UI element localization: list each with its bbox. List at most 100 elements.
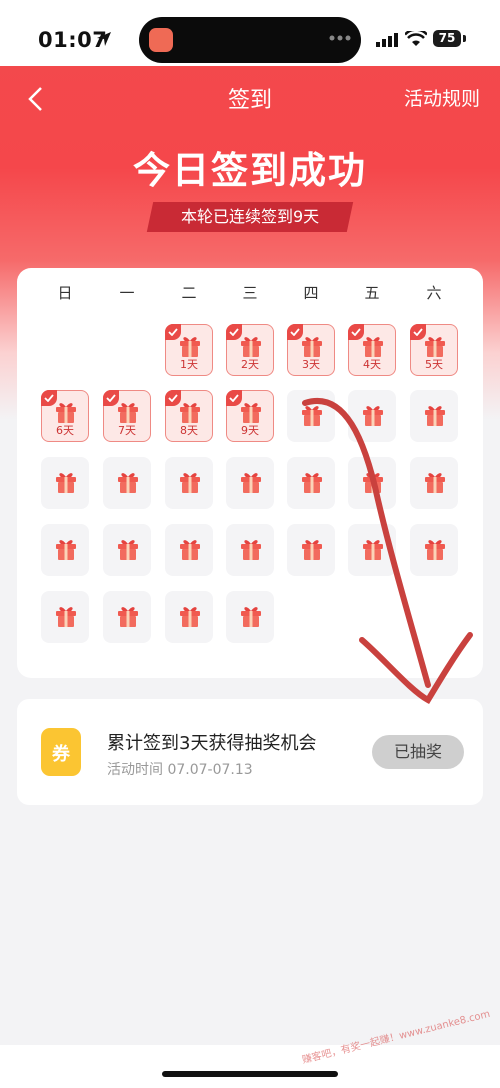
gift-box-icon bbox=[180, 540, 200, 560]
day-cell bbox=[226, 524, 274, 576]
dynamic-island bbox=[139, 17, 361, 63]
gift-box-icon bbox=[180, 607, 200, 627]
checkmark-icon bbox=[165, 390, 181, 406]
day-cell bbox=[165, 457, 213, 509]
gift-box-icon bbox=[180, 473, 200, 493]
battery-tip bbox=[463, 35, 466, 42]
weekday-label: 二 bbox=[181, 284, 197, 302]
checked-day-cell: 8天 bbox=[165, 390, 213, 442]
bottom-strip bbox=[0, 1045, 500, 1088]
day-cell bbox=[410, 390, 458, 442]
checkmark-icon bbox=[287, 324, 303, 340]
reward-time: 活动时间 07.07-07.13 bbox=[107, 762, 253, 778]
coupon-icon-text: 券 bbox=[52, 744, 70, 765]
gift-box-icon bbox=[56, 607, 76, 627]
checked-day-cell: 5天 bbox=[410, 324, 458, 376]
status-bar: 01:07 75 bbox=[0, 0, 500, 66]
weekday-label: 一 bbox=[119, 284, 135, 302]
gift-box-icon bbox=[425, 406, 445, 426]
gift-box-icon bbox=[425, 540, 445, 560]
gift-box-icon bbox=[302, 406, 322, 426]
gift-box-icon bbox=[302, 540, 322, 560]
streak-banner: 本轮已连续签到9天 bbox=[146, 202, 354, 232]
gift-box-icon bbox=[241, 337, 261, 357]
more-dots-icon bbox=[329, 35, 351, 41]
streak-text: 本轮已连续签到9天 bbox=[180, 207, 320, 226]
day-cell bbox=[287, 390, 335, 442]
gift-box-icon bbox=[180, 337, 200, 357]
day-cell bbox=[348, 524, 396, 576]
day-cell bbox=[226, 457, 274, 509]
gift-box-icon bbox=[241, 403, 261, 423]
day-cell bbox=[410, 457, 458, 509]
coupon-icon: 券 bbox=[41, 728, 81, 776]
home-indicator[interactable] bbox=[162, 1071, 338, 1077]
day-count-label: 3天 bbox=[302, 358, 320, 371]
checkin-calendar: 日 一 二 三 四 五 六 1天 2天 3天 4天 5天 6天 7天 8天 9天 bbox=[17, 268, 483, 678]
wifi-icon bbox=[405, 31, 427, 46]
day-cell bbox=[287, 524, 335, 576]
checkin-success-title: 今日签到成功 bbox=[133, 149, 367, 192]
checkmark-icon bbox=[410, 324, 426, 340]
gift-box-icon bbox=[363, 406, 383, 426]
checked-day-cell: 6天 bbox=[41, 390, 89, 442]
gift-box-icon bbox=[425, 337, 445, 357]
activity-rules-link[interactable]: 活动规则 bbox=[404, 84, 480, 111]
day-count-label: 5天 bbox=[425, 358, 443, 371]
day-cell bbox=[348, 457, 396, 509]
reward-card: 券 累计签到3天获得抽奖机会 活动时间 07.07-07.13 已抽奖 bbox=[17, 699, 483, 805]
day-count-label: 6天 bbox=[56, 424, 74, 437]
day-count-label: 9天 bbox=[241, 424, 259, 437]
checked-day-cell: 1天 bbox=[165, 324, 213, 376]
day-cell bbox=[348, 390, 396, 442]
gift-box-icon bbox=[118, 540, 138, 560]
location-arrow-icon bbox=[97, 32, 111, 46]
mail-app-icon bbox=[149, 28, 173, 52]
day-cell bbox=[287, 457, 335, 509]
day-cell bbox=[165, 591, 213, 643]
day-cell bbox=[103, 457, 151, 509]
day-count-label: 8天 bbox=[180, 424, 198, 437]
day-count-label: 7天 bbox=[118, 424, 136, 437]
gift-box-icon bbox=[118, 473, 138, 493]
gift-box-icon bbox=[302, 337, 322, 357]
weekday-label: 六 bbox=[426, 284, 442, 302]
checkmark-icon bbox=[348, 324, 364, 340]
battery-indicator: 75 bbox=[433, 30, 461, 47]
gift-box-icon bbox=[363, 337, 383, 357]
gift-box-icon bbox=[118, 607, 138, 627]
checked-day-cell: 7天 bbox=[103, 390, 151, 442]
checkmark-icon bbox=[41, 390, 57, 406]
lottery-drawn-button[interactable]: 已抽奖 bbox=[372, 735, 464, 769]
gift-box-icon bbox=[302, 473, 322, 493]
gift-box-icon bbox=[241, 540, 261, 560]
gift-box-icon bbox=[56, 473, 76, 493]
checked-day-cell: 4天 bbox=[348, 324, 396, 376]
gift-box-icon bbox=[180, 403, 200, 423]
gift-box-icon bbox=[363, 473, 383, 493]
day-cell bbox=[41, 524, 89, 576]
checked-day-cell: 3天 bbox=[287, 324, 335, 376]
weekday-label: 四 bbox=[303, 284, 319, 302]
day-cell bbox=[165, 524, 213, 576]
checkmark-icon bbox=[103, 390, 119, 406]
gift-box-icon bbox=[363, 540, 383, 560]
day-count-label: 2天 bbox=[241, 358, 259, 371]
day-cell bbox=[103, 524, 151, 576]
checkmark-icon bbox=[165, 324, 181, 340]
day-count-label: 1天 bbox=[180, 358, 198, 371]
weekday-label: 五 bbox=[364, 284, 380, 302]
gift-box-icon bbox=[425, 473, 445, 493]
day-cell bbox=[41, 591, 89, 643]
checked-day-cell: 2天 bbox=[226, 324, 274, 376]
day-cell bbox=[41, 457, 89, 509]
gift-box-icon bbox=[241, 473, 261, 493]
reward-title: 累计签到3天获得抽奖机会 bbox=[107, 733, 317, 754]
gift-box-icon bbox=[56, 540, 76, 560]
day-cell bbox=[410, 524, 458, 576]
day-cell bbox=[226, 591, 274, 643]
day-count-label: 4天 bbox=[363, 358, 381, 371]
checked-day-cell: 9天 bbox=[226, 390, 274, 442]
checkmark-icon bbox=[226, 390, 242, 406]
day-cell bbox=[103, 591, 151, 643]
